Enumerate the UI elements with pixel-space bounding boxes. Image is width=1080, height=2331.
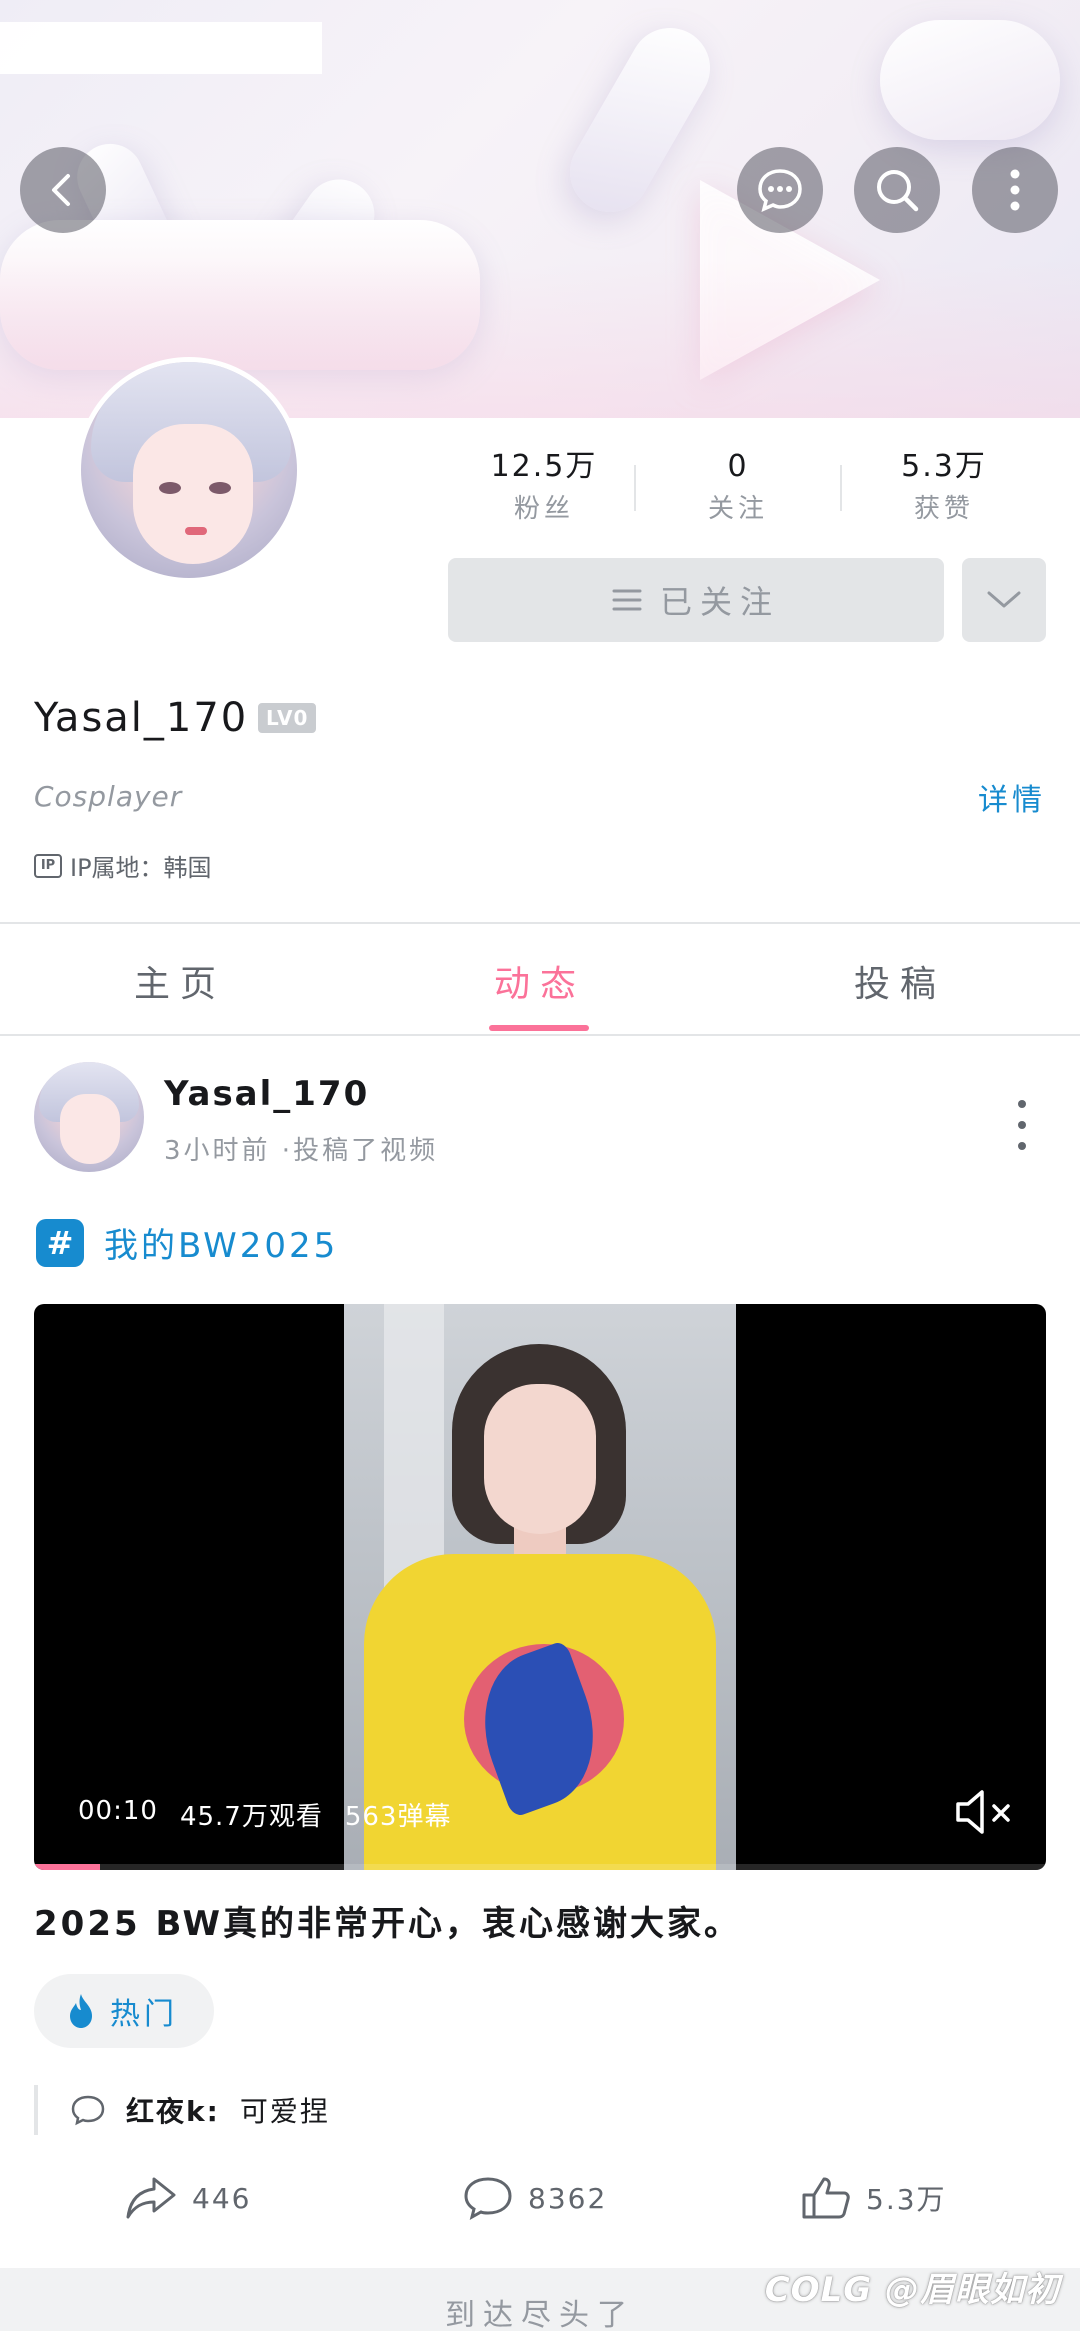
tab-uploads[interactable]: 投稿 (800, 955, 1000, 1007)
search-button[interactable] (854, 147, 940, 233)
video-progress-fill (34, 1864, 100, 1870)
stat-value: 12.5万 (490, 449, 598, 484)
follow-options-button[interactable] (962, 558, 1046, 642)
video-danmaku: 563弹幕 (344, 1802, 452, 1832)
dot (1018, 1100, 1026, 1108)
stat-following[interactable]: 0 关注 (638, 445, 838, 529)
stat-likes[interactable]: 5.3万 获赞 (844, 445, 1044, 529)
avatar-eye (209, 482, 231, 494)
thumb-up-icon (802, 2177, 850, 2219)
post-author-name[interactable]: Yasal_170 (164, 1074, 369, 1114)
post-actions: 446 8362 5.3万 (0, 2175, 1080, 2235)
stat-divider (840, 465, 842, 511)
profile-detail-link[interactable]: 详情 (978, 775, 1046, 819)
video-progress-bar[interactable] (34, 1864, 1046, 1870)
tabs-divider (0, 1034, 1080, 1036)
comment-icon (71, 2095, 105, 2126)
video-stats: 00:10 45.7万观看 563弹幕 (78, 1796, 451, 1833)
topic-label: 我的BW2025 (104, 1226, 339, 1266)
stat-fans[interactable]: 12.5万 粉丝 (444, 445, 644, 529)
post-text: 2025 BW真的非常开心，衷心感谢大家。 (34, 1904, 742, 1944)
post-more-button[interactable] (1004, 1100, 1040, 1150)
section-divider (0, 922, 1080, 924)
message-bubble-icon (758, 169, 802, 213)
more-vertical-icon (1010, 169, 1020, 211)
tab-active-indicator (489, 1025, 589, 1031)
video-subject-face (484, 1384, 596, 1534)
followed-button[interactable]: 已关注 (448, 558, 944, 642)
hot-tag[interactable]: 热门 (34, 1974, 214, 2048)
tab-dynamics[interactable]: 动态 (440, 955, 640, 1007)
followed-label: 已关注 (659, 583, 780, 621)
chevron-down-icon (987, 591, 1021, 608)
avatar-eye (159, 482, 181, 494)
post-author-avatar[interactable] (34, 1062, 144, 1172)
flame-icon (70, 1994, 92, 2028)
dot (1018, 1121, 1026, 1129)
tab-home[interactable]: 主页 (80, 955, 280, 1007)
post-meta: 3小时前 ·投稿了视频 (164, 1136, 439, 1166)
back-arrow-icon (52, 174, 70, 206)
stat-label: 获赞 (913, 494, 974, 524)
profile-bio: Cosplayer (34, 780, 183, 813)
share-button[interactable]: 446 (124, 2175, 251, 2221)
stat-value: 0 (727, 449, 749, 484)
menu-lines-icon (612, 589, 642, 611)
post-topic[interactable]: # 我的BW2025 (36, 1218, 338, 1267)
ip-icon: IP (34, 853, 62, 878)
video-time: 00:10 (78, 1796, 158, 1826)
ip-location: IP IP属地：韩国 (34, 848, 212, 883)
dot (1018, 1142, 1026, 1150)
hashtag-icon: # (36, 1218, 84, 1267)
comments-button[interactable]: 8362 (462, 2175, 607, 2221)
message-button[interactable] (737, 147, 823, 233)
hot-tag-label: 热门 (110, 1997, 178, 2032)
share-count: 446 (192, 2181, 252, 2215)
avatar-face (60, 1094, 120, 1164)
mute-button[interactable] (952, 1784, 1016, 1840)
stat-divider (634, 465, 636, 511)
video-player[interactable]: 00:10 45.7万观看 563弹幕 (34, 1304, 1046, 1870)
level-badge: LV0 (258, 703, 317, 733)
likes-count: 5.3万 (866, 2183, 947, 2216)
comment-preview[interactable]: 红夜k: 可爱捏 (34, 2085, 330, 2135)
profile-avatar[interactable] (76, 357, 302, 583)
stat-label: 粉丝 (513, 494, 574, 524)
comment-bubble-icon (464, 2177, 512, 2220)
stat-label: 关注 (707, 494, 768, 524)
profile-stats: 12.5万 粉丝 0 关注 5.3万 获赞 (444, 445, 1044, 535)
video-frame (344, 1304, 736, 1870)
comment-text: 可爱捏 (239, 2095, 330, 2128)
avatar-lips (185, 527, 207, 535)
comments-count: 8362 (528, 2181, 608, 2215)
back-button[interactable] (20, 147, 106, 233)
speaker-muted-icon (956, 1790, 1010, 1834)
banner-text-cover (0, 22, 322, 74)
watermark: COLG @眉眼如初 (764, 2270, 1060, 2310)
video-views: 45.7万观看 (179, 1802, 323, 1832)
share-arrow-icon (126, 2177, 176, 2219)
stat-value: 5.3万 (901, 449, 987, 484)
banner-decoration (880, 20, 1060, 140)
avatar-face (133, 424, 253, 564)
comment-user: 红夜k: (126, 2095, 220, 2128)
more-button[interactable] (972, 147, 1058, 233)
ip-location-text: IP属地：韩国 (70, 854, 212, 882)
search-icon (877, 170, 919, 212)
like-button[interactable]: 5.3万 (800, 2175, 947, 2221)
profile-username: Yasal_170 (34, 695, 249, 741)
